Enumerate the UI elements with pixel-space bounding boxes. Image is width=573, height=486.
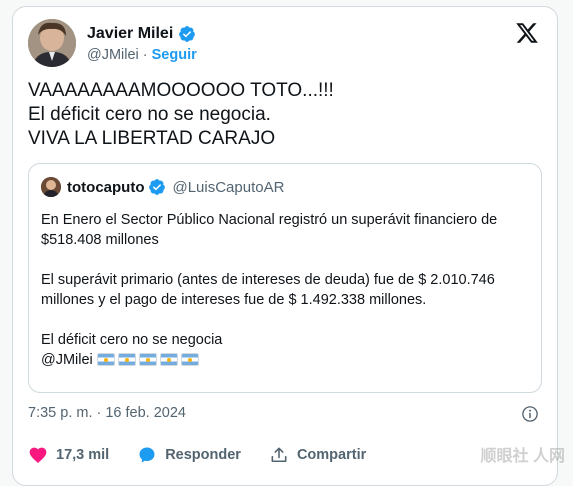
tweet-text: VAAAAAAAAMOOOOOO TOTO...!!! El déficit c… [28,79,538,151]
argentina-flag-icon [159,353,178,366]
quoted-author-handle[interactable]: @LuisCaputoAR [172,179,284,196]
reply-label: Responder [165,447,241,463]
quoted-paragraph: El déficit cero no se negocia [41,332,223,348]
quoted-paragraph: En Enero el Sector Público Nacional regi… [41,212,498,248]
like-count: 17,3 mil [56,447,110,463]
quoted-avatar-image [41,177,61,197]
tweet-line: VIVA LA LIBERTAD CARAJO [28,128,276,149]
flag-emoji-group [96,353,199,366]
verified-badge-icon [149,179,166,195]
share-icon [271,447,287,463]
share-label: Compartir [296,447,367,463]
avatar-image [28,19,76,67]
quoted-author-row: totocaputo @LuisCaputoAR [67,178,284,196]
verified-badge-icon [179,26,196,42]
reply-button[interactable]: Responder [137,445,241,465]
author-avatar[interactable] [28,19,76,67]
tweet-line: El déficit cero no se negocia. [28,104,271,125]
reply-icon [139,447,155,463]
mention-link[interactable]: @JMilei [41,352,93,368]
like-button[interactable]: 17,3 mil [28,445,109,465]
watermark: 顺眼社 人网 [480,448,565,465]
tweet-line: VAAAAAAAAMOOOOOO TOTO...!!! [28,80,334,101]
separator-dot: · [142,47,148,63]
argentina-flag-icon [138,353,157,366]
tweet-card: Javier Milei @JMilei · Seguir VAAAAAAAAM… [12,6,558,486]
tweet-timestamp[interactable]: 7:35 p. m. · 16 feb. 2024 [28,405,186,421]
tweet-actions: 17,3 mil Responder Compartir [28,445,394,465]
quoted-author-avatar[interactable] [41,177,61,197]
quoted-tweet-text: En Enero el Sector Público Nacional regi… [41,210,533,370]
author-handle-row: @JMilei · Seguir [87,47,197,63]
share-button[interactable]: Compartir [269,445,366,465]
quoted-mention-line: @JMilei [41,350,533,370]
author-name-row: Javier Milei [87,25,196,43]
argentina-flag-icon [96,353,115,366]
follow-button[interactable]: Seguir [152,47,197,63]
argentina-flag-icon [180,353,199,366]
quoted-paragraph: El superávit primario (antes de interese… [41,272,495,308]
author-handle[interactable]: @JMilei [87,47,139,63]
quoted-author-name[interactable]: totocaputo [67,179,144,196]
info-icon[interactable] [521,405,539,423]
quoted-tweet[interactable]: totocaputo @LuisCaputoAR En Enero el Sec… [28,163,542,393]
argentina-flag-icon [117,353,136,366]
x-logo-icon[interactable] [515,21,539,45]
heart-icon [29,447,47,463]
author-name[interactable]: Javier Milei [87,25,173,43]
